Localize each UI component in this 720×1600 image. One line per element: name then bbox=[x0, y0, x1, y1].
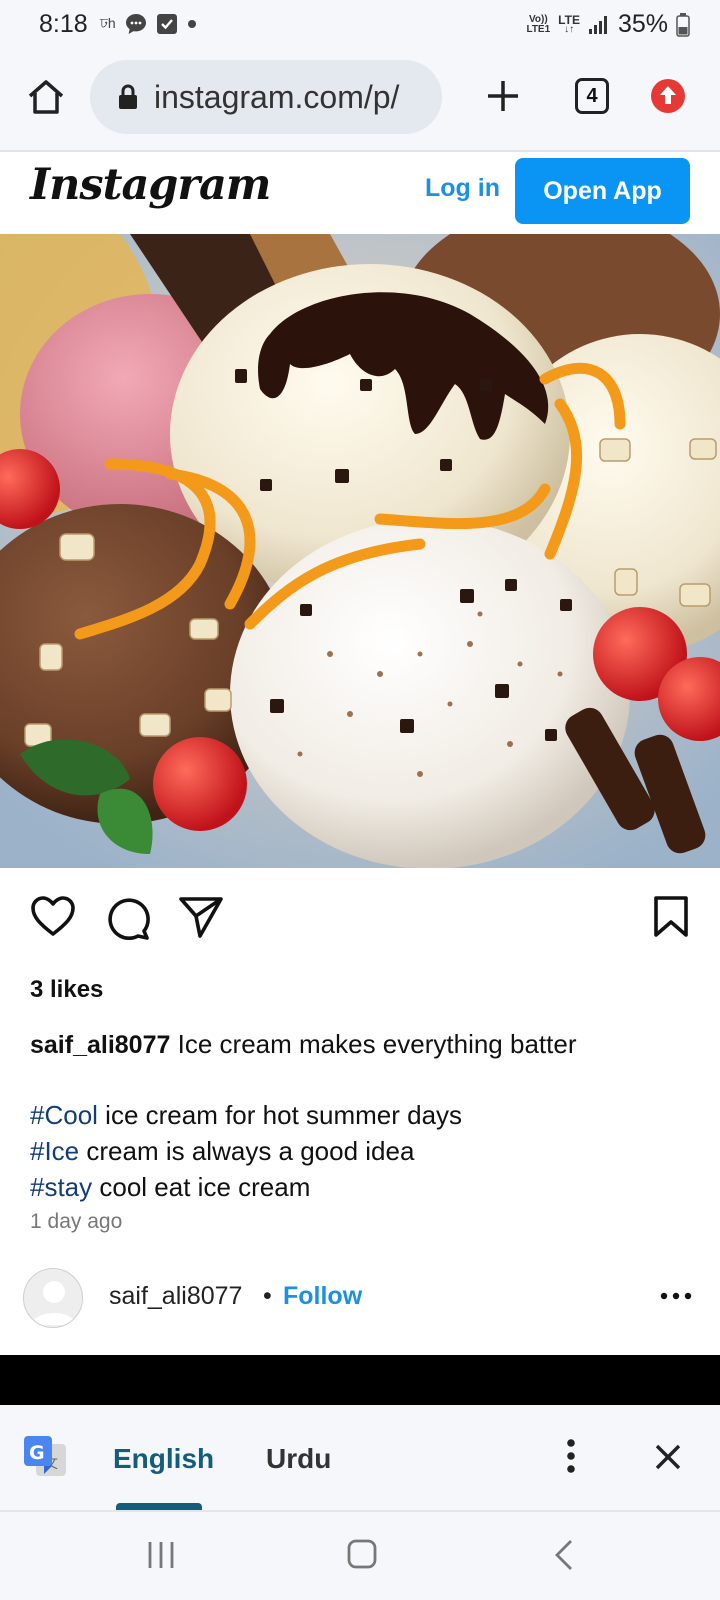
login-link[interactable]: Log in bbox=[425, 174, 500, 203]
ice-cream-illustration bbox=[0, 234, 720, 868]
battery-icon bbox=[676, 12, 690, 37]
follow-button[interactable]: Follow bbox=[283, 1282, 362, 1311]
dot-icon bbox=[187, 20, 196, 28]
volte-top: Vo)) bbox=[528, 13, 548, 25]
open-app-button[interactable]: Open App bbox=[515, 158, 690, 224]
caption-text: Ice cream makes everything batter bbox=[177, 1029, 577, 1059]
system-nav-bar bbox=[0, 1512, 720, 1600]
caption-line-text: cool eat ice cream bbox=[92, 1172, 311, 1202]
lte-indicator: LTE ↓↑ bbox=[558, 12, 580, 35]
home-icon[interactable] bbox=[26, 77, 66, 117]
separator-dot: • bbox=[263, 1282, 272, 1310]
volte-bottom: LTE1 bbox=[526, 23, 551, 35]
more-options-icon[interactable] bbox=[660, 1292, 692, 1300]
post-timestamp[interactable]: 1 day ago bbox=[30, 1210, 122, 1234]
share-icon[interactable] bbox=[178, 895, 224, 939]
caption-line: #Ice cream is always a good idea bbox=[30, 1133, 700, 1169]
status-time: 8:18 bbox=[39, 10, 88, 38]
recent-apps-icon[interactable] bbox=[146, 1540, 176, 1570]
comment-icon[interactable] bbox=[104, 895, 150, 941]
lte-label: LTE bbox=[558, 12, 580, 27]
instagram-logo[interactable]: Instagram bbox=[30, 160, 271, 210]
hashtag-link[interactable]: #Cool bbox=[30, 1100, 98, 1130]
back-icon[interactable] bbox=[552, 1538, 576, 1572]
message-icon bbox=[125, 14, 146, 34]
avatar[interactable] bbox=[23, 1268, 83, 1328]
post-actions bbox=[0, 895, 720, 955]
status-right: Vo)) LTE1 LTE ↓↑ 35% bbox=[526, 10, 690, 39]
owner-username[interactable]: saif_ali8077 bbox=[109, 1282, 242, 1311]
update-icon[interactable] bbox=[650, 78, 686, 114]
tab-english[interactable]: English bbox=[113, 1443, 214, 1475]
bookmark-icon[interactable] bbox=[652, 895, 690, 939]
page-bottom-strip bbox=[0, 1355, 720, 1405]
plus-icon[interactable] bbox=[485, 78, 521, 114]
tab-urdu[interactable]: Urdu bbox=[266, 1443, 331, 1475]
checkbox-notification-icon bbox=[156, 14, 177, 34]
caption-line-text: cream is always a good idea bbox=[79, 1136, 415, 1166]
address-bar[interactable]: instagram.com/p/ bbox=[90, 60, 442, 134]
volte-indicator: Vo)) LTE1 bbox=[526, 13, 551, 35]
caption-line-text: ice cream for hot summer days bbox=[97, 1100, 463, 1130]
ph-notification-icon: ঢh bbox=[100, 15, 116, 31]
translate-bar: 文 G English Urdu bbox=[0, 1405, 720, 1511]
hashtag-link[interactable]: #Ice bbox=[30, 1136, 79, 1166]
post-caption: saif_ali8077 Ice cream makes everything … bbox=[30, 1026, 700, 1205]
google-translate-icon[interactable]: 文 G bbox=[22, 1434, 68, 1480]
status-bar: 8:18 ঢh Vo)) LTE1 LTE ↓↑ 35% bbox=[0, 0, 720, 52]
close-icon[interactable] bbox=[654, 1443, 682, 1471]
signal-icon bbox=[588, 15, 607, 34]
lock-icon bbox=[119, 84, 137, 109]
avatar-placeholder-icon bbox=[32, 1281, 76, 1325]
kebab-menu-icon[interactable] bbox=[566, 1438, 576, 1474]
url-text: instagram.com/p/ bbox=[154, 78, 400, 115]
heart-icon[interactable] bbox=[30, 895, 76, 937]
instagram-header: Instagram Log in Open App bbox=[0, 152, 720, 234]
likes-count[interactable]: 3 likes bbox=[30, 976, 103, 1004]
caption-first-line: saif_ali8077 Ice cream makes everything … bbox=[30, 1026, 700, 1063]
caption-line: #Cool ice cream for hot summer days bbox=[30, 1097, 700, 1133]
home-nav-icon[interactable] bbox=[346, 1538, 378, 1570]
browser-toolbar: instagram.com/p/ 4 bbox=[0, 52, 720, 150]
tabs-button[interactable]: 4 bbox=[575, 78, 609, 114]
battery-percent: 35% bbox=[617, 10, 668, 38]
hashtag-link[interactable]: #stay bbox=[30, 1172, 92, 1202]
tab-count: 4 bbox=[586, 84, 598, 107]
post-owner-row: saif_ali8077 • Follow bbox=[0, 1268, 720, 1332]
caption-line: #stay cool eat ice cream bbox=[30, 1169, 700, 1205]
notification-icons: ঢh bbox=[100, 12, 198, 36]
post-image[interactable] bbox=[0, 234, 720, 868]
caption-username[interactable]: saif_ali8077 bbox=[30, 1031, 170, 1059]
svg-text:G: G bbox=[29, 1442, 45, 1464]
